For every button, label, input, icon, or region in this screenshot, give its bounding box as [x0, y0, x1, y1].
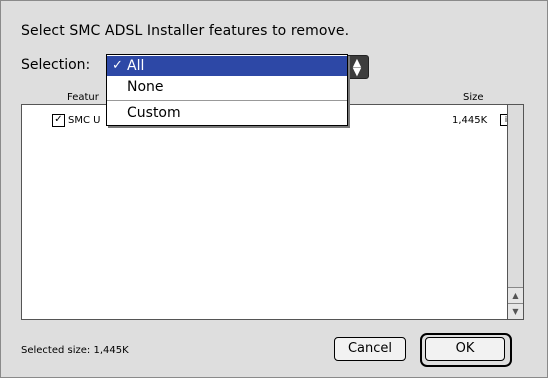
menu-item-custom[interactable]: Custom	[107, 103, 347, 123]
column-header-feature: Featur	[67, 92, 99, 103]
selected-size-text: Selected size: 1,445K	[21, 345, 129, 356]
feature-checkbox[interactable]: ✓	[52, 114, 65, 127]
remove-features-dialog: Select SMC ADSL Installer features to re…	[0, 0, 548, 378]
feature-name: SMC U	[68, 115, 101, 126]
column-header-size: Size	[463, 92, 484, 103]
menu-item-label: Custom	[127, 105, 181, 121]
dialog-prompt: Select SMC ADSL Installer features to re…	[21, 23, 350, 39]
menu-item-label: All	[127, 58, 145, 74]
scroll-up-arrow-icon[interactable]: ▲	[508, 287, 523, 303]
ok-button[interactable]: OK	[425, 337, 505, 361]
menu-item-label: None	[127, 79, 164, 95]
selection-popup-menu[interactable]: ✓ All None Custom	[106, 54, 348, 126]
menu-item-all[interactable]: ✓ All	[107, 56, 347, 76]
checkmark-icon: ✓	[112, 58, 123, 73]
feature-size: 1,445K	[452, 115, 488, 126]
vertical-scrollbar[interactable]: ▲ ▼	[507, 105, 523, 319]
menu-item-none[interactable]: None	[107, 77, 347, 97]
features-list[interactable]: ✓ SMC U 1,445K i ▲ ▼	[21, 104, 524, 320]
menu-separator	[107, 100, 347, 101]
selection-label: Selection:	[21, 57, 91, 73]
cancel-button[interactable]: Cancel	[334, 337, 406, 361]
up-down-arrows-icon[interactable]: ▲ ▼	[345, 55, 369, 79]
scroll-down-arrow-icon[interactable]: ▼	[508, 303, 523, 319]
